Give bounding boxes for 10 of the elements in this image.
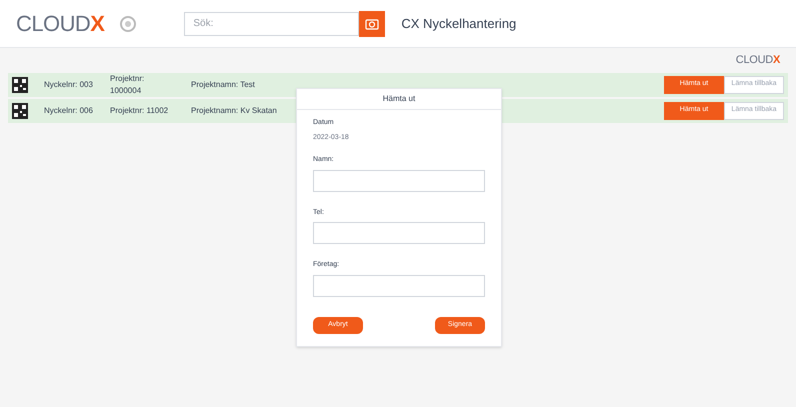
project-number: Projektnr: 1000004 xyxy=(110,72,146,96)
dialog-title: Hämta ut xyxy=(297,89,501,110)
app-title: CX Nyckelhantering xyxy=(401,14,516,33)
key-number: Nyckelnr: 003 xyxy=(44,78,94,90)
cloudx-logo: CLOUDX xyxy=(736,53,780,68)
project-name: Projektnamn: Test xyxy=(191,78,256,90)
project-name: Projektnamn: Kv Skatan xyxy=(191,104,278,116)
key-number: Nyckelnr: 006 xyxy=(44,104,94,116)
project-number: Projektnr: 11002 xyxy=(110,104,170,116)
cloudx-logo: CLOUDX xyxy=(16,10,104,38)
